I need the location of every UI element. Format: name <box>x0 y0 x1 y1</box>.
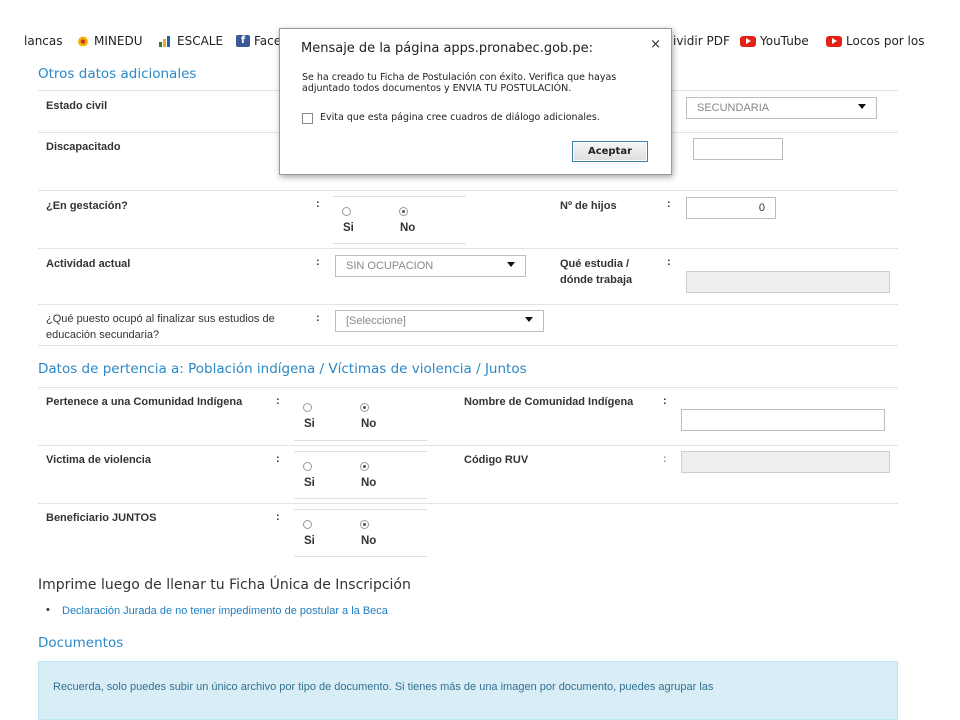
hijos-label: Nº de hijos <box>560 200 617 212</box>
comunidad-radio-group: Si No <box>294 393 427 441</box>
juntos-radio-group: Si No <box>294 509 427 557</box>
declaracion-jurada-link[interactable]: Declaración Jurada de no tener impedimen… <box>62 605 388 617</box>
puesto-label: ¿Qué puesto ocupó al finalizar sus estud… <box>46 313 275 341</box>
nombre-comunidad-input[interactable] <box>681 409 885 431</box>
facebook-icon: f <box>236 35 250 47</box>
dialog-title: Mensaje de la página apps.pronabec.gob.p… <box>301 41 594 56</box>
puesto-select-value: [Seleccione] <box>346 315 406 327</box>
ruv-label: Código RUV <box>464 454 529 466</box>
nombre-comunidad-label: Nombre de Comunidad Indígena <box>464 396 634 408</box>
bookmark-youtube[interactable]: YouTube <box>740 34 809 48</box>
comunidad-label: Pertenece a una Comunidad Indígena <box>46 396 243 408</box>
hijos-input[interactable]: 0 <box>686 197 776 219</box>
bullet: • <box>46 604 50 616</box>
bookmark-label: MINEDU <box>94 34 143 48</box>
violencia-no-radio[interactable] <box>360 462 369 471</box>
documentos-info-alert: Recuerda, solo puedes subir un único arc… <box>38 661 898 720</box>
discapacitado-input[interactable] <box>693 138 783 160</box>
bookmark-facebook[interactable]: f Face <box>236 34 281 48</box>
gestacion-no-radio[interactable] <box>399 207 408 216</box>
juntos-si-radio[interactable] <box>303 520 312 529</box>
divider <box>38 345 898 346</box>
bookmark-lancas[interactable]: lancas <box>24 34 63 48</box>
radio-label-no: No <box>361 418 377 430</box>
colon: : <box>316 312 320 324</box>
discapacitado-label: Discapacitado <box>46 141 121 153</box>
accept-button[interactable]: Aceptar <box>572 141 648 162</box>
close-icon[interactable]: × <box>650 37 661 52</box>
divider <box>38 387 898 388</box>
comunidad-no-radio[interactable] <box>360 403 369 412</box>
section-title-documentos: Documentos <box>38 635 124 651</box>
comunidad-si-radio[interactable] <box>303 403 312 412</box>
bookmark-label: YouTube <box>760 34 809 48</box>
juntos-label: Beneficiario JUNTOS <box>46 512 157 524</box>
bookmark-minedu[interactable]: MINEDU <box>76 34 142 48</box>
divider <box>38 503 898 504</box>
actividad-label: Actividad actual <box>46 258 131 270</box>
divider <box>38 190 898 191</box>
section-title-pertenencia: Datos de pertencia a: Población indígena… <box>38 361 527 377</box>
actividad-select[interactable]: SIN OCUPACION <box>335 255 526 277</box>
gestacion-si-radio[interactable] <box>342 207 351 216</box>
chevron-down-icon <box>507 262 515 267</box>
radio-label-si: Si <box>304 477 315 489</box>
imprime-title: Imprime luego de llenar tu Ficha Única d… <box>38 577 411 593</box>
escale-icon <box>158 35 173 48</box>
colon: : <box>663 395 667 407</box>
radio-label-no: No <box>400 222 416 234</box>
radio-label-si: Si <box>304 418 315 430</box>
juntos-no-radio[interactable] <box>360 520 369 529</box>
radio-label-si: Si <box>343 222 354 234</box>
estudia-input[interactable] <box>686 271 890 293</box>
estado-civil-label: Estado civil <box>46 100 108 112</box>
youtube-icon <box>826 35 842 47</box>
colon: : <box>276 453 280 465</box>
divider <box>38 304 898 305</box>
violencia-label: Victima de violencia <box>46 454 151 466</box>
minedu-icon <box>76 35 90 48</box>
bookmark-locos[interactable]: Locos por los <box>826 34 924 48</box>
bookmark-label: ESCALE <box>177 34 224 48</box>
radio-label-no: No <box>361 477 377 489</box>
bookmark-dividir-pdf[interactable]: ividir PDF <box>673 34 730 48</box>
nivel-select[interactable]: SECUNDARIA <box>686 97 877 119</box>
colon: : <box>276 395 280 407</box>
nivel-select-value: SECUNDARIA <box>697 102 770 114</box>
youtube-icon <box>740 35 756 47</box>
divider <box>38 445 898 446</box>
bookmark-label: Locos por los <box>846 34 925 48</box>
suppress-dialogs-label: Evita que esta página cree cuadros de di… <box>320 112 600 123</box>
bookmark-label: Face <box>254 34 282 48</box>
bookmark-label: ividir PDF <box>673 34 730 48</box>
colon: : <box>316 256 320 268</box>
colon: : <box>316 198 320 210</box>
actividad-select-value: SIN OCUPACION <box>346 260 434 272</box>
puesto-select[interactable]: [Seleccione] <box>335 310 544 332</box>
bookmark-label: lancas <box>24 34 63 48</box>
ruv-input[interactable] <box>681 451 890 473</box>
bookmark-escale[interactable]: ESCALE <box>158 34 223 48</box>
divider <box>38 248 898 249</box>
section-title-otros-datos: Otros datos adicionales <box>38 66 197 82</box>
radio-label-no: No <box>361 535 377 547</box>
colon: : <box>663 453 667 465</box>
violencia-radio-group: Si No <box>294 451 427 499</box>
colon: : <box>667 198 671 210</box>
estudia-label: Qué estudia / dónde trabaja <box>560 258 633 286</box>
gestacion-label: ¿En gestación? <box>46 200 128 212</box>
colon: : <box>276 511 280 523</box>
gestacion-radio-group: Si No <box>333 196 466 244</box>
colon: : <box>667 256 671 268</box>
alert-dialog: Mensaje de la página apps.pronabec.gob.p… <box>279 28 672 175</box>
radio-label-si: Si <box>304 535 315 547</box>
chevron-down-icon <box>858 104 866 109</box>
chevron-down-icon <box>525 317 533 322</box>
dialog-message: Se ha creado tu Ficha de Postulación con… <box>302 72 617 94</box>
suppress-dialogs-checkbox[interactable] <box>302 113 313 124</box>
info-text: Recuerda, solo puedes subir un único arc… <box>53 681 714 693</box>
violencia-si-radio[interactable] <box>303 462 312 471</box>
